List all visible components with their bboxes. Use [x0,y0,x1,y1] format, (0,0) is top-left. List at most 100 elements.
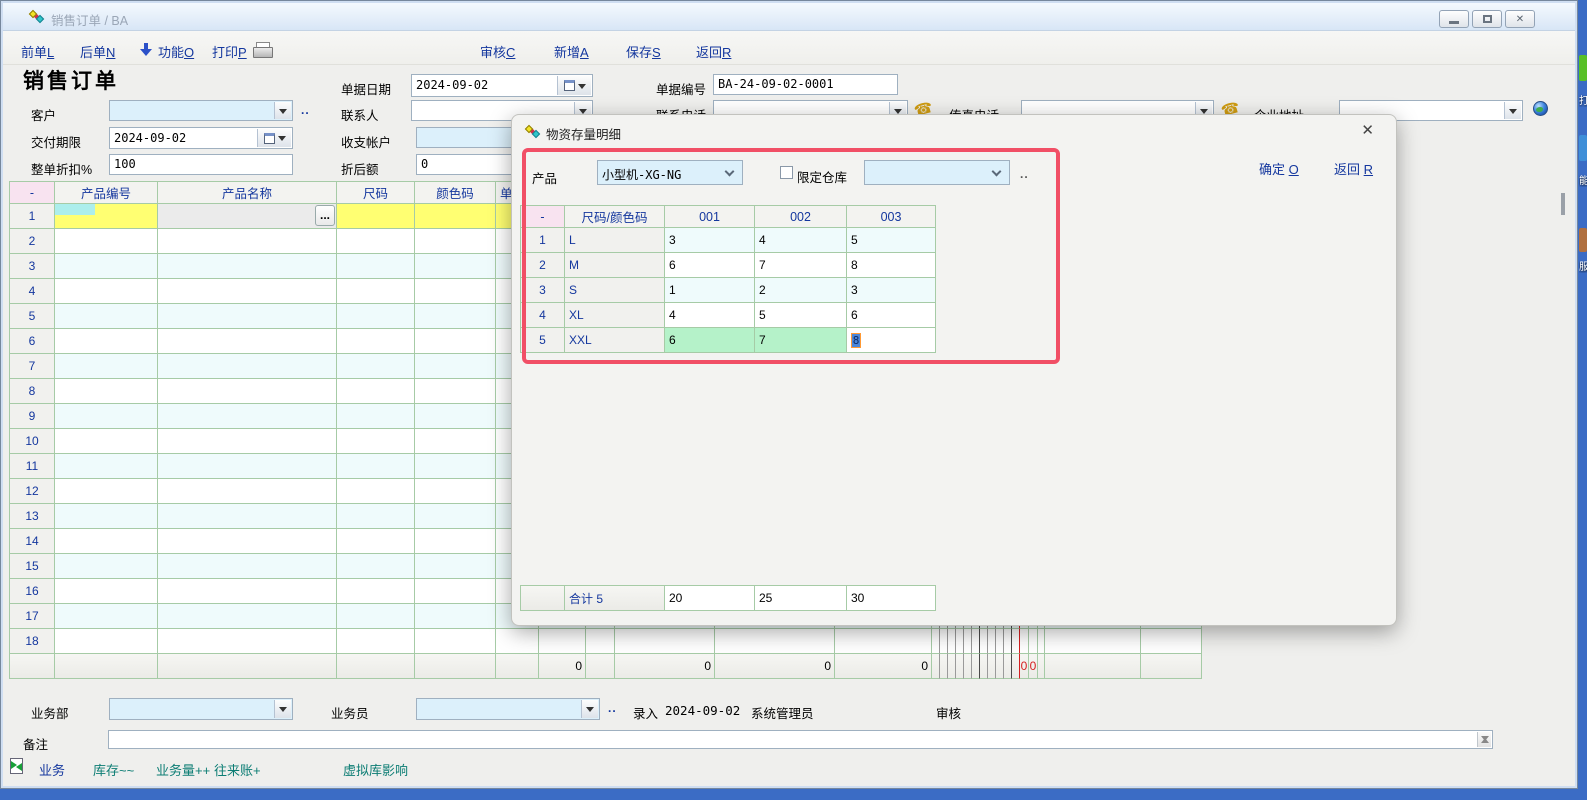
close-button[interactable]: ✕ [1505,10,1535,28]
tab-business[interactable]: 业务 [39,760,65,779]
grid-cell[interactable] [158,354,337,379]
remark-field[interactable] [108,730,1493,749]
calendar-dropdown-icon[interactable] [257,129,291,147]
grid-cell[interactable] [988,629,996,654]
matrix-column-header[interactable]: 尺码/颜色码 [565,206,665,228]
matrix-size-label[interactable]: S [565,278,665,303]
tab-business-volume[interactable]: 业务量++ [156,760,210,779]
grid-row-number[interactable]: 12 [10,479,55,504]
matrix-size-label[interactable]: XL [565,303,665,328]
minimize-button[interactable] [1439,10,1469,28]
product-combo[interactable]: 小型机-XG-NG [597,160,743,185]
grid-cell[interactable] [337,629,415,654]
grid-cell[interactable] [415,304,496,329]
matrix-row-number[interactable]: 1 [521,228,565,253]
grid-cell[interactable] [415,529,496,554]
matrix-qty-cell[interactable]: 4 [755,228,847,253]
grid-row-number[interactable]: 1 [10,204,55,229]
grid-cell[interactable] [337,304,415,329]
customer-combo[interactable] [109,100,293,121]
grid-cell[interactable] [956,629,964,654]
grid-cell[interactable] [964,629,972,654]
grid-cell[interactable] [615,629,715,654]
matrix-qty-cell[interactable]: 7 [755,328,847,353]
grid-cell[interactable] [415,379,496,404]
grid-cell[interactable] [415,229,496,254]
grid-cell[interactable]: ... [158,204,337,229]
save-button[interactable]: 保存S [626,42,661,61]
grid-cell[interactable] [940,629,948,654]
grid-cell[interactable] [415,254,496,279]
matrix-qty-cell[interactable]: 8 [847,328,936,353]
grid-cell[interactable] [539,629,586,654]
grid-cell[interactable] [337,529,415,554]
matrix-qty-cell[interactable]: 5 [755,303,847,328]
grid-cell[interactable] [55,304,158,329]
add-button[interactable]: 新增A [554,42,589,61]
desktop-icon[interactable] [1579,228,1587,252]
grid-cell[interactable] [55,429,158,454]
grid-cell[interactable] [980,629,988,654]
grid-cell[interactable] [158,629,337,654]
print-button[interactable]: 打印P [212,42,247,61]
grid-cell[interactable] [55,454,158,479]
grid-cell[interactable] [972,629,980,654]
matrix-qty-cell[interactable]: 3 [847,278,936,303]
grid-row-number[interactable]: 11 [10,454,55,479]
grid-cell[interactable] [496,629,539,654]
grid-column-header[interactable]: 产品名称 [158,182,337,204]
grid-cell[interactable] [55,604,158,629]
grid-cell[interactable] [158,454,337,479]
grid-cell[interactable] [337,504,415,529]
maximize-button[interactable] [1472,10,1502,28]
grid-cell[interactable] [1045,629,1141,654]
grid-column-header[interactable]: 产品编号 [55,182,158,204]
grid-cell[interactable] [415,579,496,604]
grid-cell[interactable] [415,629,496,654]
dialog-return-button[interactable]: 返回 R [1334,159,1373,178]
grid-row-number[interactable]: 8 [10,379,55,404]
matrix-qty-cell[interactable]: 8 [847,253,936,278]
matrix-qty-cell[interactable]: 6 [665,328,755,353]
grid-row-number[interactable]: 18 [10,629,55,654]
grid-cell[interactable] [55,554,158,579]
grid-cell[interactable] [158,504,337,529]
matrix-row-number[interactable]: 4 [521,303,565,328]
tab-inventory[interactable]: 库存~~ [93,760,134,779]
grid-cell[interactable] [158,229,337,254]
cell-edit-selection[interactable]: 8 [851,333,861,348]
grid-cell[interactable] [1004,629,1012,654]
matrix-qty-cell[interactable]: 4 [665,303,755,328]
grid-cell[interactable] [55,329,158,354]
matrix-qty-cell[interactable]: 1 [665,278,755,303]
grid-cell[interactable] [932,629,940,654]
salesman-combo[interactable] [416,698,600,720]
matrix-qty-cell[interactable]: 6 [847,303,936,328]
grid-row-number[interactable]: 16 [10,579,55,604]
grid-cell[interactable] [835,629,932,654]
grid-cell[interactable] [337,254,415,279]
matrix-corner-header[interactable]: - [521,206,565,228]
grid-row-number[interactable]: 9 [10,404,55,429]
grid-cell[interactable] [337,329,415,354]
matrix-size-label[interactable]: M [565,253,665,278]
grid-row-number[interactable]: 4 [10,279,55,304]
matrix-row-number[interactable]: 2 [521,253,565,278]
grid-cell[interactable] [415,279,496,304]
matrix-qty-cell[interactable]: 2 [755,278,847,303]
grid-cell[interactable] [158,429,337,454]
matrix-row-number[interactable]: 5 [521,328,565,353]
matrix-qty-cell[interactable]: 5 [847,228,936,253]
grid-cell[interactable] [55,579,158,604]
dialog-ok-button[interactable]: 确定 O [1259,159,1299,178]
limit-warehouse-checkbox[interactable] [780,166,793,179]
grid-cell[interactable] [1012,629,1020,654]
grid-cell[interactable] [1029,629,1038,654]
matrix-size-label[interactable]: XXL [565,328,665,353]
grid-row-number[interactable]: 17 [10,604,55,629]
grid-cell[interactable] [415,604,496,629]
matrix-qty-cell[interactable]: 3 [665,228,755,253]
grid-column-header[interactable]: 颜色码 [415,182,496,204]
grid-cell[interactable] [415,329,496,354]
grid-cell[interactable] [337,229,415,254]
